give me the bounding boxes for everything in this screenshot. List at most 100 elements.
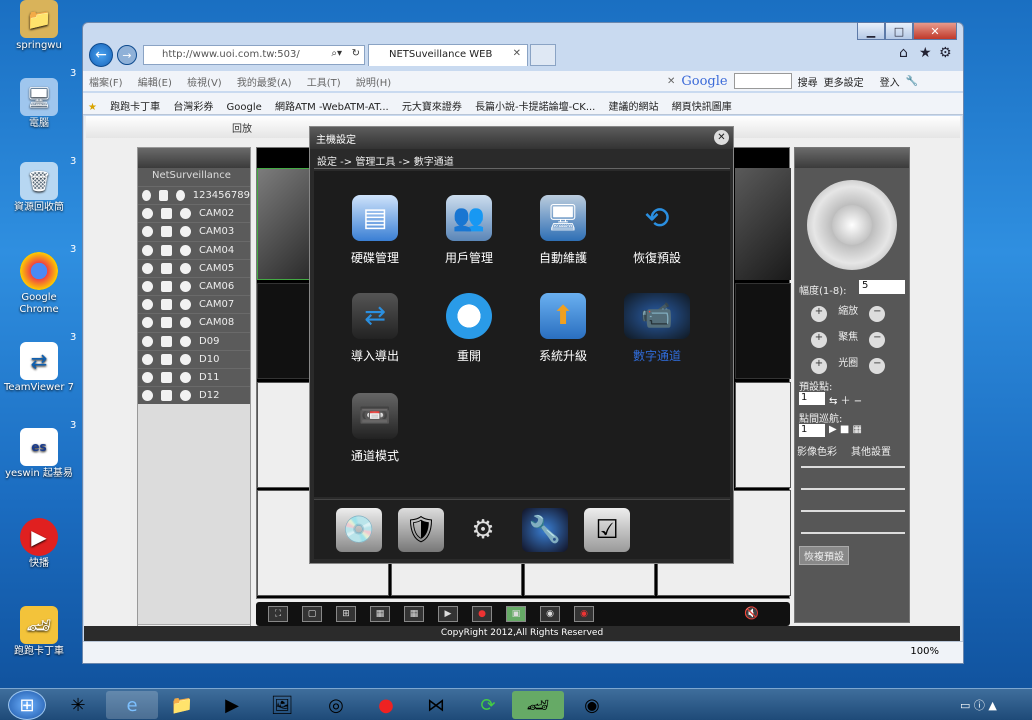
forward-button[interactable]: → (117, 45, 137, 65)
video-cell-4b[interactable] (735, 283, 791, 379)
fav-item-7[interactable]: 建議的網站 (604, 93, 664, 113)
desktop-icon-teamviewer[interactable]: ⇄ TeamViewer 7 (4, 342, 74, 394)
channel-play-icon[interactable] (161, 390, 172, 402)
restore-default-button[interactable]: 恢複預設 (799, 546, 849, 565)
maximize-button[interactable]: □ (885, 22, 913, 40)
channel-play-icon[interactable] (161, 299, 172, 311)
item-system-upgrade[interactable]: ⬆ 系統升級 (518, 293, 608, 364)
fav-item-5[interactable]: 元大寶來證券 (397, 93, 467, 113)
cruise-input[interactable]: 1 (799, 424, 825, 437)
ptz-center-button[interactable] (832, 205, 872, 245)
layout-4-icon[interactable]: ⊞ (336, 606, 356, 622)
address-bar[interactable]: http://www.uoi.com.tw:503/ ⌕▾ ↻ (143, 45, 365, 65)
back-button[interactable]: ← (89, 43, 113, 67)
channel-play-icon[interactable] (161, 262, 172, 274)
menu-edit[interactable]: 編輯(E) (132, 71, 178, 92)
channel-item[interactable]: D10 (138, 349, 250, 368)
layout-9-icon[interactable]: ▦ (370, 606, 390, 622)
channel-item[interactable]: 123456789 (138, 186, 250, 205)
tab-other-settings[interactable]: 其他設置 (851, 443, 891, 458)
fav-item-6[interactable]: 長篇小說-卡提諾論壇-CK... (470, 93, 600, 113)
zoom-out-icon[interactable]: − (869, 306, 886, 322)
menu-file[interactable]: 檔案(F) (83, 71, 129, 92)
taskbar-app-9[interactable]: ⟳ (462, 691, 514, 719)
item-hdd-management[interactable]: ▤ 硬碟管理 (330, 195, 420, 266)
preset-buttons[interactable]: ⇆ ＋ − (829, 392, 862, 407)
channel-item[interactable]: D09 (138, 331, 250, 350)
channel-toggle-icon[interactable] (142, 390, 153, 402)
wrench-icon[interactable]: 🔧 (906, 76, 918, 87)
taskbar-chrome-icon[interactable]: ◎ (310, 691, 362, 719)
contrast-slider[interactable] (801, 488, 905, 490)
channel-toggle-icon[interactable] (142, 190, 151, 202)
video-cell-1b[interactable] (257, 283, 313, 379)
login-link[interactable]: 登入 (870, 74, 900, 89)
desktop-icon-yeswin[interactable]: es yeswin 起基易 (4, 428, 74, 480)
channel-play-icon[interactable] (161, 208, 172, 220)
channel-toggle-icon[interactable] (142, 262, 153, 274)
layout-16-icon[interactable]: ▦ (404, 606, 424, 622)
zoom-level[interactable]: 100% (910, 646, 939, 657)
menu-view[interactable]: 檢視(V) (181, 71, 228, 92)
fav-item-2[interactable]: 台灣彩券 (168, 93, 218, 113)
taskbar-ie-icon[interactable]: e (106, 691, 158, 719)
channel-item[interactable]: CAM08 (138, 313, 250, 332)
channel-play-icon[interactable] (161, 371, 172, 383)
channel-item[interactable]: D12 (138, 386, 250, 405)
taskbar-app-11[interactable]: ◉ (566, 691, 618, 719)
channel-toggle-icon[interactable] (142, 208, 153, 220)
refresh-icon[interactable]: ↻ (352, 48, 360, 59)
fav-item-3[interactable]: Google (222, 97, 267, 113)
taskbar-explorer-icon[interactable]: 📁 (156, 691, 208, 719)
desktop-icon-qvod[interactable]: ▶ 快播 (4, 518, 74, 570)
empty-cell[interactable] (735, 382, 791, 488)
dialog-close-button[interactable]: ✕ (714, 130, 729, 145)
search-icon[interactable]: ⌕▾ (331, 48, 342, 59)
taskbar-app-8[interactable]: ⋈ (410, 691, 462, 719)
channel-item[interactable]: CAM04 (138, 240, 250, 259)
toolbar-close-icon[interactable]: ✕ (667, 76, 675, 87)
channel-toggle-icon[interactable] (142, 317, 153, 329)
taskbar-media-icon[interactable]: ▶ (206, 691, 258, 719)
google-search-input[interactable] (733, 73, 792, 89)
item-import-export[interactable]: ⇄ 導入導出 (330, 293, 420, 364)
ptz-direction-pad[interactable] (807, 180, 897, 270)
saturation-slider[interactable] (801, 510, 905, 512)
zoom-in-icon[interactable]: + (811, 306, 827, 322)
tab-system-icon[interactable]: ⚙ (460, 508, 506, 552)
desktop-icon-springwu[interactable]: 📁 springwu (4, 0, 74, 52)
tab-close-icon[interactable]: ✕ (513, 48, 521, 59)
channel-toggle-icon[interactable] (142, 299, 153, 311)
home-icon[interactable]: ⌂ (899, 45, 908, 61)
fav-item-4[interactable]: 網路ATM -WebATM-AT... (270, 93, 394, 113)
tab-alarm-icon[interactable]: 🛡 (398, 508, 444, 552)
channel-toggle-icon[interactable] (142, 353, 153, 365)
channel-play-icon[interactable] (161, 226, 172, 238)
taskbar-app-1[interactable]: ✳ (52, 691, 104, 719)
channel-item[interactable]: D11 (138, 367, 250, 387)
menu-help[interactable]: 說明(H) (350, 71, 397, 92)
channel-toggle-icon[interactable] (142, 335, 153, 347)
favorites-star-add-icon[interactable]: ★ (83, 97, 102, 113)
layout-1-icon[interactable]: ▢ (302, 606, 322, 622)
tab-playback[interactable]: 回放 (232, 120, 252, 135)
focus-near-icon[interactable]: + (811, 332, 827, 348)
channel-item[interactable]: CAM03 (138, 222, 250, 241)
taskbar-app-5[interactable]: 🖼 (256, 691, 308, 719)
menu-favorites[interactable]: 我的最愛(A) (231, 71, 298, 92)
tab-record-icon[interactable]: 💿 (336, 508, 382, 552)
tab-tools-icon[interactable]: 🔧 (522, 508, 568, 552)
desktop-icon-computer[interactable]: 🖥 電腦 (4, 78, 74, 130)
close-button[interactable]: ✕ (913, 22, 957, 40)
desktop-icon-recycle-bin[interactable]: 🗑 資源回收筒 (4, 162, 74, 214)
record-icon[interactable]: ◉ (540, 606, 560, 622)
tab-netsurveillance[interactable]: NETSuveillance WEB ✕ (368, 44, 528, 66)
cruise-buttons[interactable]: ▶ ■ ▦ (829, 424, 862, 435)
video-cell-1[interactable] (257, 168, 313, 280)
start-button[interactable]: ⊞ (8, 690, 46, 720)
hue-slider[interactable] (801, 532, 905, 534)
more-settings-link[interactable]: 更多設定 (824, 74, 864, 89)
fullscreen-icon[interactable]: ⛶ (268, 606, 288, 622)
tray-icons[interactable]: ▭ ⓘ ▲ (960, 697, 997, 713)
channel-toggle-icon[interactable] (142, 226, 153, 238)
